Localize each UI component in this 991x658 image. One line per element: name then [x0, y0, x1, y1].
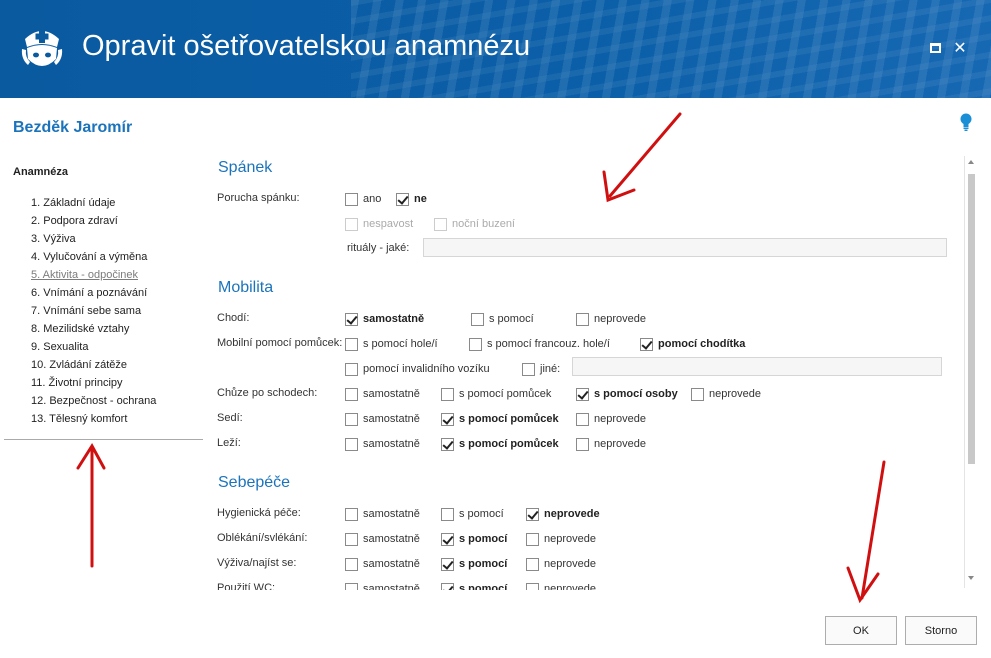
label-hygienicka-pece: Hygienická péče:: [217, 507, 301, 519]
checkbox-vyziva-neprovede[interactable]: neprovede: [526, 556, 596, 572]
nav-item-bezpecnost[interactable]: 12. Bezpečnost - ochrana: [31, 393, 156, 411]
section-title-sebepece: Sebepéče: [218, 474, 291, 491]
checkbox-invalidni-vozik[interactable]: pomocí invalidního vozíku: [345, 361, 490, 377]
checkbox-chodi-s-pomoci[interactable]: s pomocí: [471, 311, 534, 327]
checkbox-chodi-samostatne[interactable]: samostatně: [345, 311, 424, 327]
checkbox-vyziva-samostatne[interactable]: samostatně: [345, 556, 420, 572]
checkbox-wc-neprovede[interactable]: neprovede: [526, 581, 596, 590]
checkbox-lezi-neprovede[interactable]: neprovede: [576, 436, 646, 452]
section-title-mobilita: Mobilita: [218, 279, 274, 296]
checkbox-jine[interactable]: jiné:: [522, 361, 560, 377]
checkbox-spanek-ano[interactable]: ano: [345, 191, 381, 207]
nav-divider: [4, 439, 203, 440]
checkbox-lezi-s-pomoci-pomucek[interactable]: s pomocí pomůcek: [441, 436, 559, 452]
scroll-down-icon[interactable]: [968, 576, 974, 580]
cancel-button[interactable]: Storno: [905, 616, 977, 645]
scroll-up-icon[interactable]: [968, 160, 974, 164]
checkbox-nocni-buzeni[interactable]: noční buzení: [434, 216, 515, 232]
checkbox-oblekani-s-pomoci[interactable]: s pomocí: [441, 531, 507, 547]
nav-item-aktivita[interactable]: 5. Aktivita - odpočinek: [31, 267, 156, 285]
checkbox-schody-s-pomoci-osoby[interactable]: s pomocí osoby: [576, 386, 678, 402]
lightbulb-icon[interactable]: [959, 112, 973, 132]
nav-item-sexualita[interactable]: 9. Sexualita: [31, 339, 156, 357]
label-ritualy: rituály - jaké:: [347, 242, 410, 254]
ritualy-input[interactable]: [423, 238, 947, 257]
nav-item-vnimani-poznavani[interactable]: 6. Vnímání a poznávání: [31, 285, 156, 303]
checkbox-sedi-neprovede[interactable]: neprovede: [576, 411, 646, 427]
form-content: Spánek Porucha spánku: ano ne nespavost …: [204, 150, 964, 590]
jine-input[interactable]: [572, 357, 942, 376]
nav-item-vylucovani[interactable]: 4. Vylučování a výměna: [31, 249, 156, 267]
maximize-icon[interactable]: [928, 40, 944, 56]
checkbox-hygiena-samostatne[interactable]: samostatně: [345, 506, 420, 522]
checkbox-sedi-s-pomoci-pomucek[interactable]: s pomocí pomůcek: [441, 411, 559, 427]
nav-item-vyziva[interactable]: 3. Výživa: [31, 231, 156, 249]
checkbox-sedi-samostatne[interactable]: samostatně: [345, 411, 420, 427]
checkbox-oblekani-neprovede[interactable]: neprovede: [526, 531, 596, 547]
label-oblekani: Oblékání/svlékání:: [217, 532, 308, 544]
checkbox-nespavost[interactable]: nespavost: [345, 216, 413, 232]
checkbox-wc-samostatne[interactable]: samostatně: [345, 581, 420, 590]
ok-button[interactable]: OK: [825, 616, 897, 645]
label-chodi: Chodí:: [217, 312, 250, 324]
patient-name: Bezděk Jaromír: [13, 119, 133, 136]
checkbox-lezi-samostatne[interactable]: samostatně: [345, 436, 420, 452]
checkbox-wc-s-pomoci[interactable]: s pomocí: [441, 581, 507, 590]
label-chuze-po-schodech: Chůze po schodech:: [217, 387, 318, 399]
nurse-icon: [21, 30, 63, 66]
vertical-scrollbar[interactable]: [964, 156, 976, 588]
label-mobilni-pomucky: Mobilní pomocí pomůcek:: [217, 337, 343, 349]
checkbox-hygiena-neprovede[interactable]: neprovede: [526, 506, 600, 522]
label-lezi: Leží:: [217, 437, 241, 449]
nav-item-zvladani-zateze[interactable]: 10. Zvládání zátěže: [31, 357, 156, 375]
checkbox-francouzske-hole[interactable]: s pomocí francouz. hole/í: [469, 336, 610, 352]
checkbox-vyziva-s-pomoci[interactable]: s pomocí: [441, 556, 507, 572]
checkbox-schody-neprovede[interactable]: neprovede: [691, 386, 761, 402]
nav-title: Anamnéza: [13, 166, 69, 178]
checkbox-chodi-neprovede[interactable]: neprovede: [576, 311, 646, 327]
checkbox-schody-s-pomoci-pomucek[interactable]: s pomocí pomůcek: [441, 386, 551, 402]
nav-item-telesny-komfort[interactable]: 13. Tělesný komfort: [31, 411, 156, 429]
title-bar: Opravit ošetřovatelskou anamnézu ✕: [0, 0, 991, 98]
checkbox-hole[interactable]: s pomocí hole/í: [345, 336, 438, 352]
checkbox-oblekani-samostatne[interactable]: samostatně: [345, 531, 420, 547]
window-title: Opravit ošetřovatelskou anamnézu: [82, 30, 531, 62]
label-porucha-spanku: Porucha spánku:: [217, 192, 300, 204]
nav-item-zakladni-udaje[interactable]: 1. Základní údaje: [31, 195, 156, 213]
label-pouziti-wc: Použití WC:: [217, 582, 276, 590]
arrow-to-nav-head: [76, 443, 106, 470]
section-title-spanek: Spánek: [218, 159, 273, 176]
label-sedi: Sedí:: [217, 412, 243, 424]
checkbox-spanek-ne[interactable]: ne: [396, 191, 427, 207]
label-vyziva: Výživa/najíst se:: [217, 557, 297, 569]
scroll-thumb[interactable]: [968, 174, 975, 464]
checkbox-hygiena-s-pomoci[interactable]: s pomocí: [441, 506, 504, 522]
checkbox-schody-samostatne[interactable]: samostatně: [345, 386, 420, 402]
checkbox-choditko[interactable]: pomocí chodítka: [640, 336, 745, 352]
nav-item-mezilidske-vztahy[interactable]: 8. Mezilidské vztahy: [31, 321, 156, 339]
nav-item-podpora-zdravi[interactable]: 2. Podpora zdraví: [31, 213, 156, 231]
anamnesis-nav: 1. Základní údaje 2. Podpora zdraví 3. V…: [31, 195, 156, 429]
close-icon[interactable]: ✕: [952, 40, 968, 56]
nav-item-zivotni-principy[interactable]: 11. Životní principy: [31, 375, 156, 393]
nav-item-vnimani-sebe[interactable]: 7. Vnímání sebe sama: [31, 303, 156, 321]
